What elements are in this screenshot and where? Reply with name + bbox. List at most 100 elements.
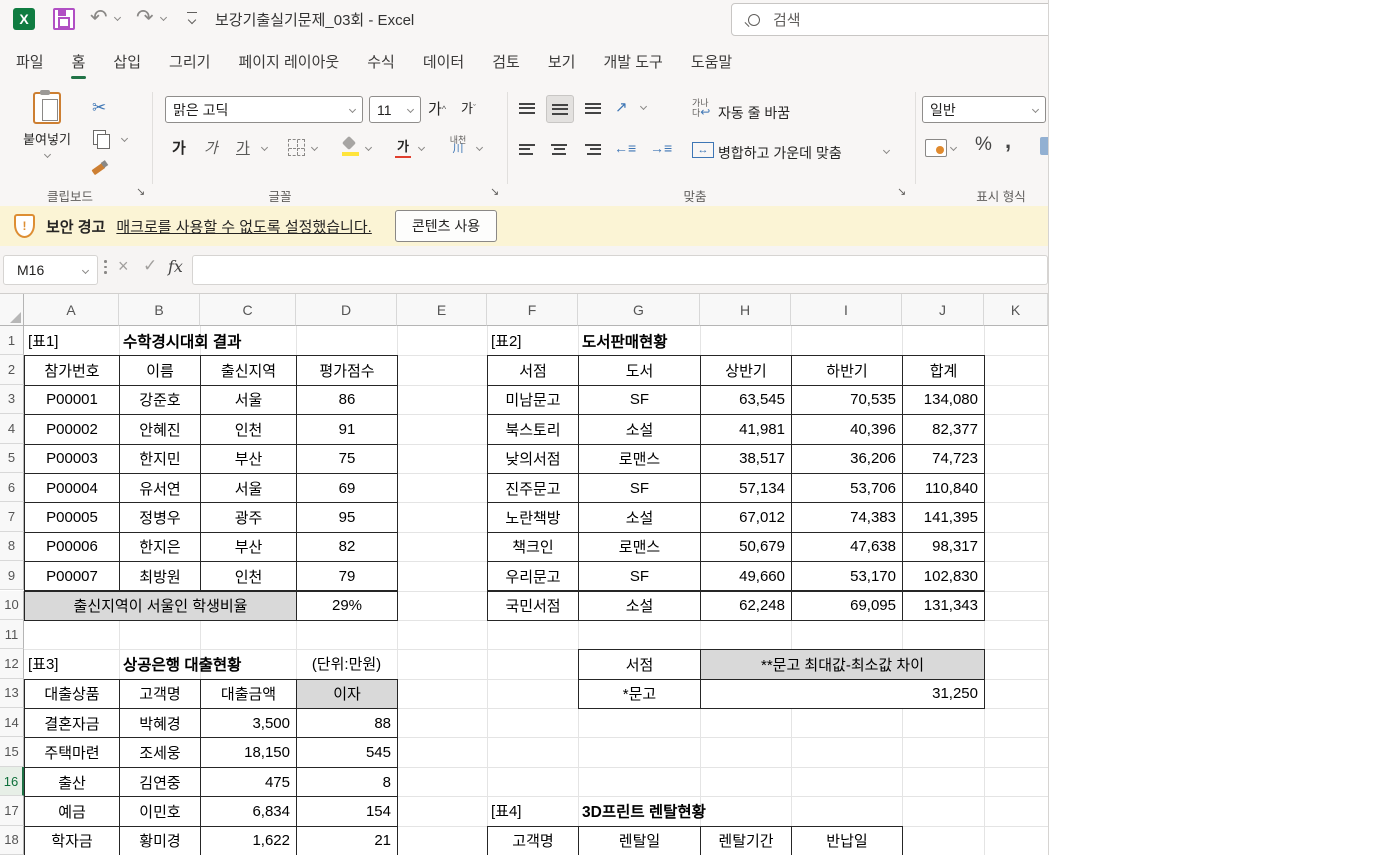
phonetic-guide-icon[interactable]: 내천川 [447, 136, 469, 160]
cell-G2[interactable]: 도서 [578, 355, 701, 385]
wrap-text-label[interactable]: 자동 줄 바꿈 [718, 103, 790, 123]
cell-F9[interactable]: 우리문고 [487, 561, 579, 591]
cell-A12[interactable]: [표3] [24, 649, 119, 678]
cell-J10[interactable]: 131,343 [902, 591, 985, 621]
row-header-3[interactable]: 3 [0, 385, 24, 414]
row-header-13[interactable]: 13 [0, 679, 24, 708]
cell-A1[interactable]: [표1] [24, 326, 119, 355]
bold-icon[interactable]: 가 [172, 137, 186, 158]
cell-D4[interactable]: 91 [296, 414, 398, 444]
cell-B18[interactable]: 황미경 [119, 826, 201, 855]
cell-F4[interactable]: 북스토리 [487, 414, 579, 444]
orientation-dropdown-icon[interactable] [640, 103, 647, 110]
cell-H2[interactable]: 상반기 [700, 355, 792, 385]
tab-검토[interactable]: 검토 [478, 38, 534, 84]
tab-보기[interactable]: 보기 [534, 38, 590, 84]
row-header-18[interactable]: 18 [0, 826, 24, 855]
cell-A17[interactable]: 예금 [24, 796, 120, 826]
cell-H5[interactable]: 38,517 [700, 444, 792, 474]
cell-B14[interactable]: 박혜경 [119, 708, 201, 738]
cell-B5[interactable]: 한지민 [119, 444, 201, 474]
column-header-D[interactable]: D [296, 294, 397, 326]
cell-B3[interactable]: 강준호 [119, 385, 201, 415]
cell-I8[interactable]: 47,638 [791, 532, 903, 562]
tab-홈[interactable]: 홈 [58, 38, 100, 84]
cell-C17[interactable]: 6,834 [200, 796, 297, 826]
cell-B2[interactable]: 이름 [119, 355, 201, 385]
cell-B7[interactable]: 정병우 [119, 502, 201, 532]
tab-데이터[interactable]: 데이터 [409, 38, 478, 84]
cell-I4[interactable]: 40,396 [791, 414, 903, 444]
paste-button[interactable]: 붙여넣기 [18, 92, 76, 176]
cell-D12[interactable]: (단위:만원) [296, 649, 397, 678]
cell-D18[interactable]: 21 [296, 826, 398, 855]
underline-dropdown-icon[interactable] [261, 144, 268, 151]
cell-G17[interactable]: 3D프린트 렌탈현황 [578, 796, 791, 825]
cell-J5[interactable]: 74,723 [902, 444, 985, 474]
increase-indent-icon[interactable]: →≡ [650, 140, 672, 156]
cell-D16[interactable]: 8 [296, 767, 398, 797]
clipboard-dialog-launcher-icon[interactable] [136, 185, 145, 198]
increase-font-icon[interactable]: 가^ [428, 98, 446, 119]
cell-B9[interactable]: 최방원 [119, 561, 201, 591]
cell-G1[interactable]: 도서판매현황 [578, 326, 791, 355]
cell-B12[interactable]: 상공은행 대출현황 [119, 649, 296, 678]
tab-수식[interactable]: 수식 [353, 38, 409, 84]
save-icon[interactable] [53, 8, 75, 30]
borders-icon[interactable] [288, 139, 305, 156]
cell-D9[interactable]: 79 [296, 561, 398, 591]
cell-I9[interactable]: 53,170 [791, 561, 903, 591]
merge-center-label[interactable]: 병합하고 가운데 맞춤 [718, 143, 842, 163]
copy-icon[interactable] [93, 130, 106, 145]
cell-G13[interactable]: *문고 [578, 679, 701, 709]
row-header-16[interactable]: 16 [0, 767, 24, 796]
cell-A13[interactable]: 대출상품 [24, 679, 120, 709]
column-header-F[interactable]: F [487, 294, 578, 326]
cell-B6[interactable]: 유서연 [119, 473, 201, 503]
cell-I10[interactable]: 69,095 [791, 591, 903, 621]
cell-B8[interactable]: 한지은 [119, 532, 201, 562]
cell-I2[interactable]: 하반기 [791, 355, 903, 385]
cell-C6[interactable]: 서울 [200, 473, 297, 503]
cell-F7[interactable]: 노란책방 [487, 502, 579, 532]
row-header-7[interactable]: 7 [0, 502, 24, 531]
formula-bar-handle[interactable] [104, 260, 107, 280]
column-header-G[interactable]: G [578, 294, 700, 326]
cell-C16[interactable]: 475 [200, 767, 297, 797]
cell-G12[interactable]: 서점 [578, 649, 701, 679]
cell-J3[interactable]: 134,080 [902, 385, 985, 415]
cell-A8[interactable]: P00006 [24, 532, 120, 562]
paste-dropdown-icon[interactable] [43, 151, 50, 158]
cell-A4[interactable]: P00002 [24, 414, 120, 444]
tab-페이지 레이아웃[interactable]: 페이지 레이아웃 [224, 38, 353, 84]
cell-F5[interactable]: 낮의서점 [487, 444, 579, 474]
cell-G18[interactable]: 렌탈일 [578, 826, 701, 855]
number-format-select[interactable]: 일반 [922, 96, 1046, 123]
row-header-4[interactable]: 4 [0, 414, 24, 443]
font-color-icon[interactable]: 가 [394, 136, 412, 158]
cell-D6[interactable]: 69 [296, 473, 398, 503]
column-header-A[interactable]: A [24, 294, 119, 326]
cell-F10[interactable]: 국민서점 [487, 591, 579, 621]
cell-G7[interactable]: 소설 [578, 502, 701, 532]
row-header-6[interactable]: 6 [0, 473, 24, 502]
select-all-corner[interactable] [0, 294, 24, 326]
tab-개발 도구[interactable]: 개발 도구 [589, 38, 676, 84]
row-header-12[interactable]: 12 [0, 649, 24, 678]
column-header-H[interactable]: H [700, 294, 791, 326]
cell-I18[interactable]: 반납일 [791, 826, 903, 855]
row-header-5[interactable]: 5 [0, 444, 24, 473]
align-dialog-launcher-icon[interactable] [897, 185, 906, 198]
cell-C9[interactable]: 인천 [200, 561, 297, 591]
row-header-1[interactable]: 1 [0, 326, 24, 355]
font-size-select[interactable]: 11 [369, 96, 421, 123]
cell-I6[interactable]: 53,706 [791, 473, 903, 503]
cell-H9[interactable]: 49,660 [700, 561, 792, 591]
cell-A6[interactable]: P00004 [24, 473, 120, 503]
cell-G3[interactable]: SF [578, 385, 701, 415]
fill-color-dropdown-icon[interactable] [365, 144, 372, 151]
increase-decimal-icon[interactable] [1040, 137, 1049, 155]
cell-D7[interactable]: 95 [296, 502, 398, 532]
cell-B17[interactable]: 이민호 [119, 796, 201, 826]
cell-C15[interactable]: 18,150 [200, 737, 297, 767]
